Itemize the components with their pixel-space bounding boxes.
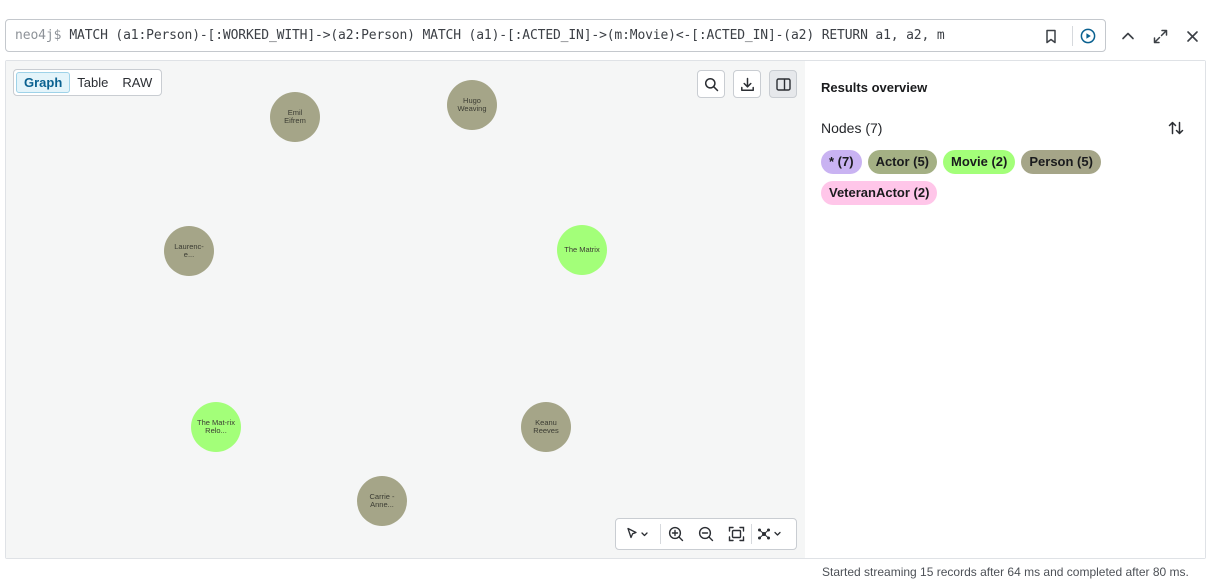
zoom-in-icon [668, 526, 684, 542]
graph-canvas[interactable]: Graph Table RAW Emil Eifrem Hugo Weaving… [6, 61, 805, 558]
tab-table[interactable]: Table [70, 72, 115, 93]
results-overview-title: Results overview [821, 80, 928, 95]
status-message: Started streaming 15 records after 64 ms… [822, 565, 1189, 579]
graph-node[interactable]: Hugo Weaving [447, 80, 497, 130]
result-frame: Graph Table RAW Emil Eifrem Hugo Weaving… [5, 60, 1206, 559]
bookmark-icon[interactable] [1042, 27, 1060, 45]
chip-person[interactable]: Person (5) [1021, 150, 1101, 174]
graph-node[interactable]: The Matrix [557, 225, 607, 275]
layout-icon [758, 528, 781, 540]
search-button[interactable] [697, 70, 725, 98]
zoom-out-icon [698, 526, 714, 542]
graph-node[interactable]: Keanu Reeves [521, 402, 571, 452]
divider [1072, 26, 1073, 46]
fullscreen-icon[interactable] [1150, 26, 1170, 46]
select-mode-button[interactable] [616, 519, 660, 549]
nodes-count-label: Nodes (7) [821, 120, 883, 136]
chip-movie[interactable]: Movie (2) [943, 150, 1016, 174]
sort-icon[interactable] [1167, 119, 1185, 137]
graph-toolbar [615, 518, 797, 550]
query-text[interactable]: MATCH (a1:Person)-[:WORKED_WITH]->(a2:Pe… [69, 28, 1027, 43]
fit-to-screen-button[interactable] [721, 519, 751, 549]
download-button[interactable] [733, 70, 761, 98]
chip-actor[interactable]: Actor (5) [867, 150, 938, 174]
collapse-icon[interactable] [1118, 26, 1138, 46]
graph-node[interactable]: Emil Eifrem [270, 92, 320, 142]
query-editor[interactable]: neo4j$ MATCH (a1:Person)-[:WORKED_WITH]-… [5, 19, 1106, 52]
view-switcher: Graph Table RAW [13, 69, 163, 96]
query-prompt: neo4j$ [15, 28, 62, 43]
graph-node[interactable]: Carrie -Anne... [357, 476, 407, 526]
layout-button[interactable] [752, 519, 790, 549]
chip-all[interactable]: * (7) [821, 150, 862, 174]
zoom-out-button[interactable] [691, 519, 721, 549]
panel-icon [775, 77, 791, 91]
fit-screen-icon [728, 526, 744, 542]
close-icon[interactable] [1182, 26, 1202, 46]
toggle-sidebar-button[interactable] [769, 70, 797, 98]
tab-graph[interactable]: Graph [16, 72, 71, 93]
search-icon [704, 77, 718, 91]
zoom-in-button[interactable] [661, 519, 691, 549]
graph-node[interactable]: The Mat-rix Relo... [191, 402, 241, 452]
download-icon [740, 77, 754, 91]
chip-veteran-actor[interactable]: VeteranActor (2) [821, 181, 938, 205]
tab-raw[interactable]: RAW [115, 72, 159, 93]
label-chips: * (7) Actor (5) Movie (2) Person (5) Vet… [821, 150, 1161, 205]
graph-node[interactable]: Laurenc-e... [164, 226, 214, 276]
cursor-icon [627, 527, 648, 539]
run-query-icon[interactable] [1079, 27, 1097, 45]
results-sidebar: Results overview Nodes (7) * (7) Actor (… [805, 61, 1205, 558]
